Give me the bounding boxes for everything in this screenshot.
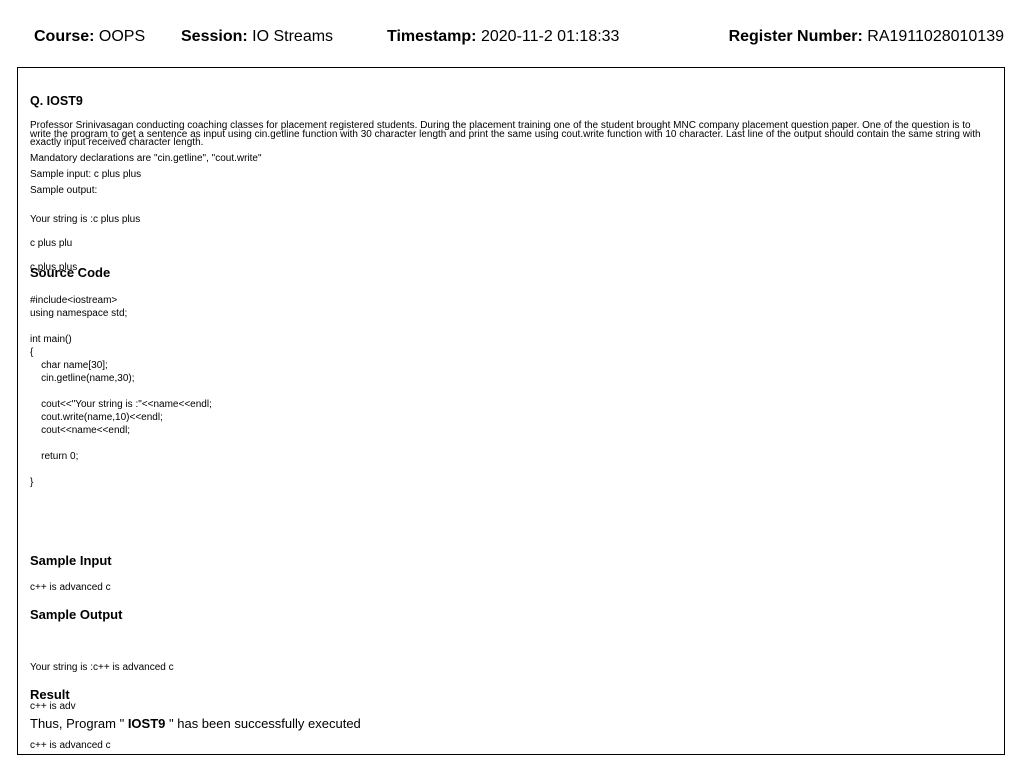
register-value: RA1911028010139 [867,28,1004,45]
source-code-block: #include<iostream> using namespace std; … [30,295,212,488]
session-info: Session: IO Streams [181,28,333,46]
sample-output-heading: Sample Output [30,607,123,622]
course-info: Course: OOPS [34,28,145,46]
register-info: Register Number: RA1911028010139 [729,28,1004,46]
source-code-heading: Source Code [30,265,111,280]
question-description: Professor Srinivasagan conducting coachi… [30,120,981,148]
sample-output-block: Your string is :c++ is advanced c c++ is… [30,635,174,778]
sample-output-line: Your string is :c++ is advanced c [30,662,174,673]
question-title: Q. IOST9 [30,94,83,108]
question-output-line: c plus plu [30,238,73,249]
timestamp-value: 2020-11-2 01:18:33 [480,28,620,45]
sample-output-line: c++ is advanced c [30,740,111,751]
sample-input-heading: Sample Input [30,553,112,568]
register-label: Register Number: [728,28,863,45]
sample-input-text: c++ is advanced c [30,582,111,593]
result-suffix: " has been successfully executed [165,716,361,731]
sample-output-label: Sample output: [30,185,98,196]
result-heading: Result [30,687,70,702]
result-prefix: Thus, Program " [30,716,128,731]
timestamp-label: Timestamp: [387,28,477,45]
session-label: Session: [181,28,248,45]
question-output-line: Your string is :c plus plus [30,214,141,225]
timestamp-info: Timestamp: 2020-11-2 01:18:33 [387,28,619,46]
result-program-name: IOST9 [127,716,166,731]
session-value: IO Streams [252,28,334,45]
sample-input-line: Sample input: c plus plus [30,169,142,180]
result-text: Thus, Program " IOST9 " has been success… [30,716,361,731]
mandatory-declarations: Mandatory declarations are "cin.getline"… [30,153,262,164]
course-label: Course: [34,28,95,45]
course-value: OOPS [98,28,146,45]
report-frame: Q. IOST9 Professor Srinivasagan conducti… [17,67,1005,755]
